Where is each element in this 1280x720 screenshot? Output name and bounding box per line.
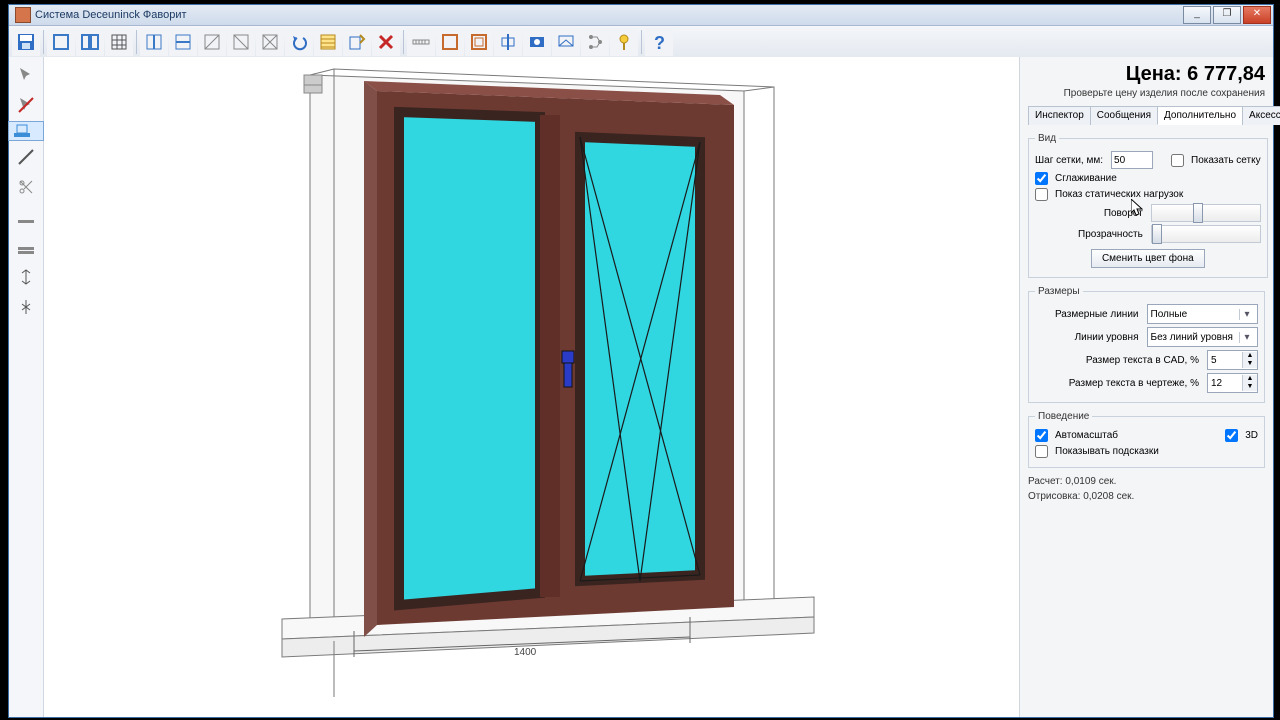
tab-accessories[interactable]: Аксессуары [1242,106,1280,125]
minimize-button[interactable]: _ [1183,6,1211,24]
canvas-3d-view[interactable]: 1400 [44,57,1019,717]
rotation-slider[interactable] [1151,204,1261,222]
delete-icon[interactable] [372,28,400,56]
level-label: Линии уровня [1035,332,1143,343]
variant1-icon[interactable] [198,28,226,56]
pin-icon[interactable] [610,28,638,56]
show-grid-label: Показать сетку [1191,155,1261,166]
price-hint: Проверьте цену изделия после сохранения [1028,88,1265,99]
tree-icon[interactable] [581,28,609,56]
tooltips-label: Показывать подсказки [1055,446,1159,457]
frame2-icon[interactable] [465,28,493,56]
panel-tabs: Инспектор Сообщения Дополнительно Аксесс… [1028,105,1265,125]
screenshot-icon[interactable] [523,28,551,56]
tool-erase-icon[interactable] [11,91,41,119]
group-behavior: Поведение Автомасштаб 3D Показывать подс… [1028,411,1265,468]
tooltips-checkbox[interactable] [1035,445,1048,458]
autoscale-label: Автомасштаб [1055,430,1118,441]
variant3-icon[interactable] [256,28,284,56]
group-view: Вид Шаг сетки, мм: Показать сетку Сглажи… [1028,133,1268,278]
table-icon[interactable] [314,28,342,56]
smoothing-label: Сглаживание [1055,173,1117,184]
rotation-label: Поворот [1035,208,1147,219]
tool-cut-icon[interactable] [11,173,41,201]
export-icon[interactable] [343,28,371,56]
maximize-button[interactable]: ❐ [1213,6,1241,24]
transparency-slider[interactable] [1151,225,1261,243]
double-sash-icon[interactable] [76,28,104,56]
tool-line-icon[interactable] [11,143,41,171]
tool-mullion-add-icon[interactable] [11,263,41,291]
show-grid-checkbox[interactable] [1171,154,1184,167]
save-icon[interactable] [12,28,40,56]
dimension-width: 1400 [514,647,537,658]
cad-text-spinner[interactable]: ▲▼ [1207,350,1258,370]
single-sash-icon[interactable] [47,28,75,56]
dimlines-label: Размерные линии [1035,309,1143,320]
static-loads-checkbox[interactable] [1035,188,1048,201]
tool-mullion-del-icon[interactable] [11,293,41,321]
smoothing-checkbox[interactable] [1035,172,1048,185]
tab-messages[interactable]: Сообщения [1090,106,1158,125]
close-button[interactable]: ✕ [1243,6,1271,24]
transparency-label: Прозрачность [1035,229,1147,240]
draw-text-spinner[interactable]: ▲▼ [1207,373,1258,393]
calc-time: Расчет: 0,0109 сек. [1028,476,1265,487]
autoscale-checkbox[interactable] [1035,429,1048,442]
3d-checkbox[interactable] [1225,429,1238,442]
main-toolbar: ? [9,26,1273,59]
tab-inspector[interactable]: Инспектор [1028,106,1091,125]
price-display: Цена: 6 777,84 [1028,63,1265,86]
app-icon [15,7,31,23]
svg-text:?: ? [654,33,665,52]
change-bg-button[interactable]: Сменить цвет фона [1091,249,1205,268]
tool-sill-icon[interactable] [8,121,44,141]
render-time: Отрисовка: 0,0208 сек. [1028,491,1265,502]
variant2-icon[interactable] [227,28,255,56]
grid-icon[interactable] [105,28,133,56]
tool-select-icon[interactable] [11,61,41,89]
properties-panel: Цена: 6 777,84 Проверьте цену изделия по… [1019,57,1273,717]
help-icon[interactable]: ? [645,28,673,56]
align-v-icon[interactable] [494,28,522,56]
dimlines-select[interactable]: Полные▾ [1147,304,1259,324]
tab-additional[interactable]: Дополнительно [1157,106,1243,125]
window-title: Система Deceuninck Фаворит [35,9,1183,21]
side-toolbar [9,57,44,717]
tool-base-icon[interactable] [11,233,41,261]
group-sizes: Размеры Размерные линии Полные▾ Линии ур… [1028,286,1265,403]
3d-label: 3D [1245,430,1258,441]
mullion-v-icon[interactable] [140,28,168,56]
cad-text-label: Размер текста в CAD, % [1035,355,1203,366]
static-loads-label: Показ статических нагрузок [1055,189,1183,200]
grid-step-input[interactable] [1111,151,1153,169]
grid-step-label: Шаг сетки, мм: [1035,155,1107,166]
view-icon[interactable] [552,28,580,56]
undo-icon[interactable] [285,28,313,56]
measure-icon[interactable] [407,28,435,56]
titlebar[interactable]: Система Deceuninck Фаворит _ ❐ ✕ [9,5,1273,26]
frame1-icon[interactable] [436,28,464,56]
mullion-h-icon[interactable] [169,28,197,56]
tool-sill2-icon[interactable] [11,203,41,231]
draw-text-label: Размер текста в чертеже, % [1035,378,1203,389]
level-select[interactable]: Без линий уровня▾ [1147,327,1259,347]
